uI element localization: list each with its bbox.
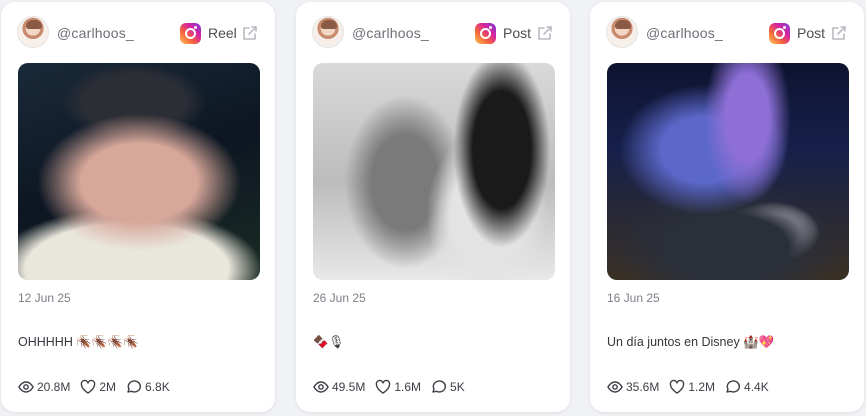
comments-count: 4.4K <box>744 380 769 394</box>
avatar[interactable] <box>606 16 638 48</box>
avatar[interactable] <box>17 16 49 48</box>
card-header: @carlhoos_ Reel <box>17 16 259 50</box>
post-card[interactable]: @carlhoos_ Post 16 Jun 25 Un día juntos … <box>590 2 864 412</box>
views-stat: 35.6M <box>607 379 659 395</box>
likes-count: 2M <box>99 380 117 394</box>
external-link-icon[interactable] <box>830 24 848 42</box>
comments-stat: 4.4K <box>725 379 769 395</box>
likes-stat: 1.6M <box>375 379 421 395</box>
instagram-icon <box>180 23 201 44</box>
eye-icon <box>607 381 623 393</box>
likes-count: 1.6M <box>394 380 422 394</box>
comments-count: 5K <box>450 380 465 394</box>
views-count: 35.6M <box>626 380 660 394</box>
views-count: 20.8M <box>37 380 71 394</box>
post-date: 26 Jun 25 <box>313 291 366 305</box>
post-card[interactable]: @carlhoos_ Post 26 Jun 25 🍫🎙 49.5M 1.6M … <box>296 2 570 412</box>
views-stat: 49.5M <box>313 379 365 395</box>
views-count: 49.5M <box>332 380 366 394</box>
post-type-label: Reel <box>208 25 237 41</box>
post-media-thumbnail[interactable] <box>18 63 260 280</box>
likes-count: 1.2M <box>688 380 716 394</box>
external-link-icon[interactable] <box>536 24 554 42</box>
post-date: 16 Jun 25 <box>607 291 660 305</box>
post-stats: 49.5M 1.6M 5K <box>313 378 560 396</box>
eye-icon <box>18 381 34 393</box>
heart-icon <box>81 379 96 394</box>
post-stats: 35.6M 1.2M 4.4K <box>607 378 854 396</box>
likes-stat: 2M <box>80 379 116 395</box>
external-link-icon[interactable] <box>241 24 259 42</box>
comments-stat: 5K <box>431 379 465 395</box>
post-caption: 🍫🎙 <box>313 335 345 349</box>
heart-icon <box>670 379 685 394</box>
post-type-label: Post <box>797 25 826 41</box>
avatar[interactable] <box>312 16 344 48</box>
comments-stat: 6.8K <box>126 379 170 395</box>
instagram-icon <box>475 23 496 44</box>
eye-icon <box>313 381 329 393</box>
post-stats: 20.8M 2M 6.8K <box>18 378 265 396</box>
heart-icon <box>376 379 391 394</box>
post-caption: Un día juntos en Disney 🏰💖 <box>607 335 775 349</box>
comment-icon <box>432 380 447 393</box>
instagram-icon <box>769 23 790 44</box>
comments-count: 6.8K <box>145 380 170 394</box>
post-media-thumbnail[interactable] <box>313 63 555 280</box>
username[interactable]: @carlhoos_ <box>352 25 429 41</box>
post-date: 12 Jun 25 <box>18 291 71 305</box>
post-media-thumbnail[interactable] <box>607 63 849 280</box>
username[interactable]: @carlhoos_ <box>646 25 723 41</box>
post-card[interactable]: @carlhoos_ Reel 12 Jun 25 OHHHHH 🪳🪳🪳🪳 20… <box>1 2 275 412</box>
card-header: @carlhoos_ Post <box>312 16 554 50</box>
post-type-label: Post <box>503 25 532 41</box>
comment-icon <box>127 380 142 393</box>
card-header: @carlhoos_ Post <box>606 16 848 50</box>
comment-icon <box>726 380 741 393</box>
views-stat: 20.8M <box>18 379 70 395</box>
username[interactable]: @carlhoos_ <box>57 25 134 41</box>
post-caption: OHHHHH 🪳🪳🪳🪳 <box>18 335 139 349</box>
likes-stat: 1.2M <box>669 379 715 395</box>
